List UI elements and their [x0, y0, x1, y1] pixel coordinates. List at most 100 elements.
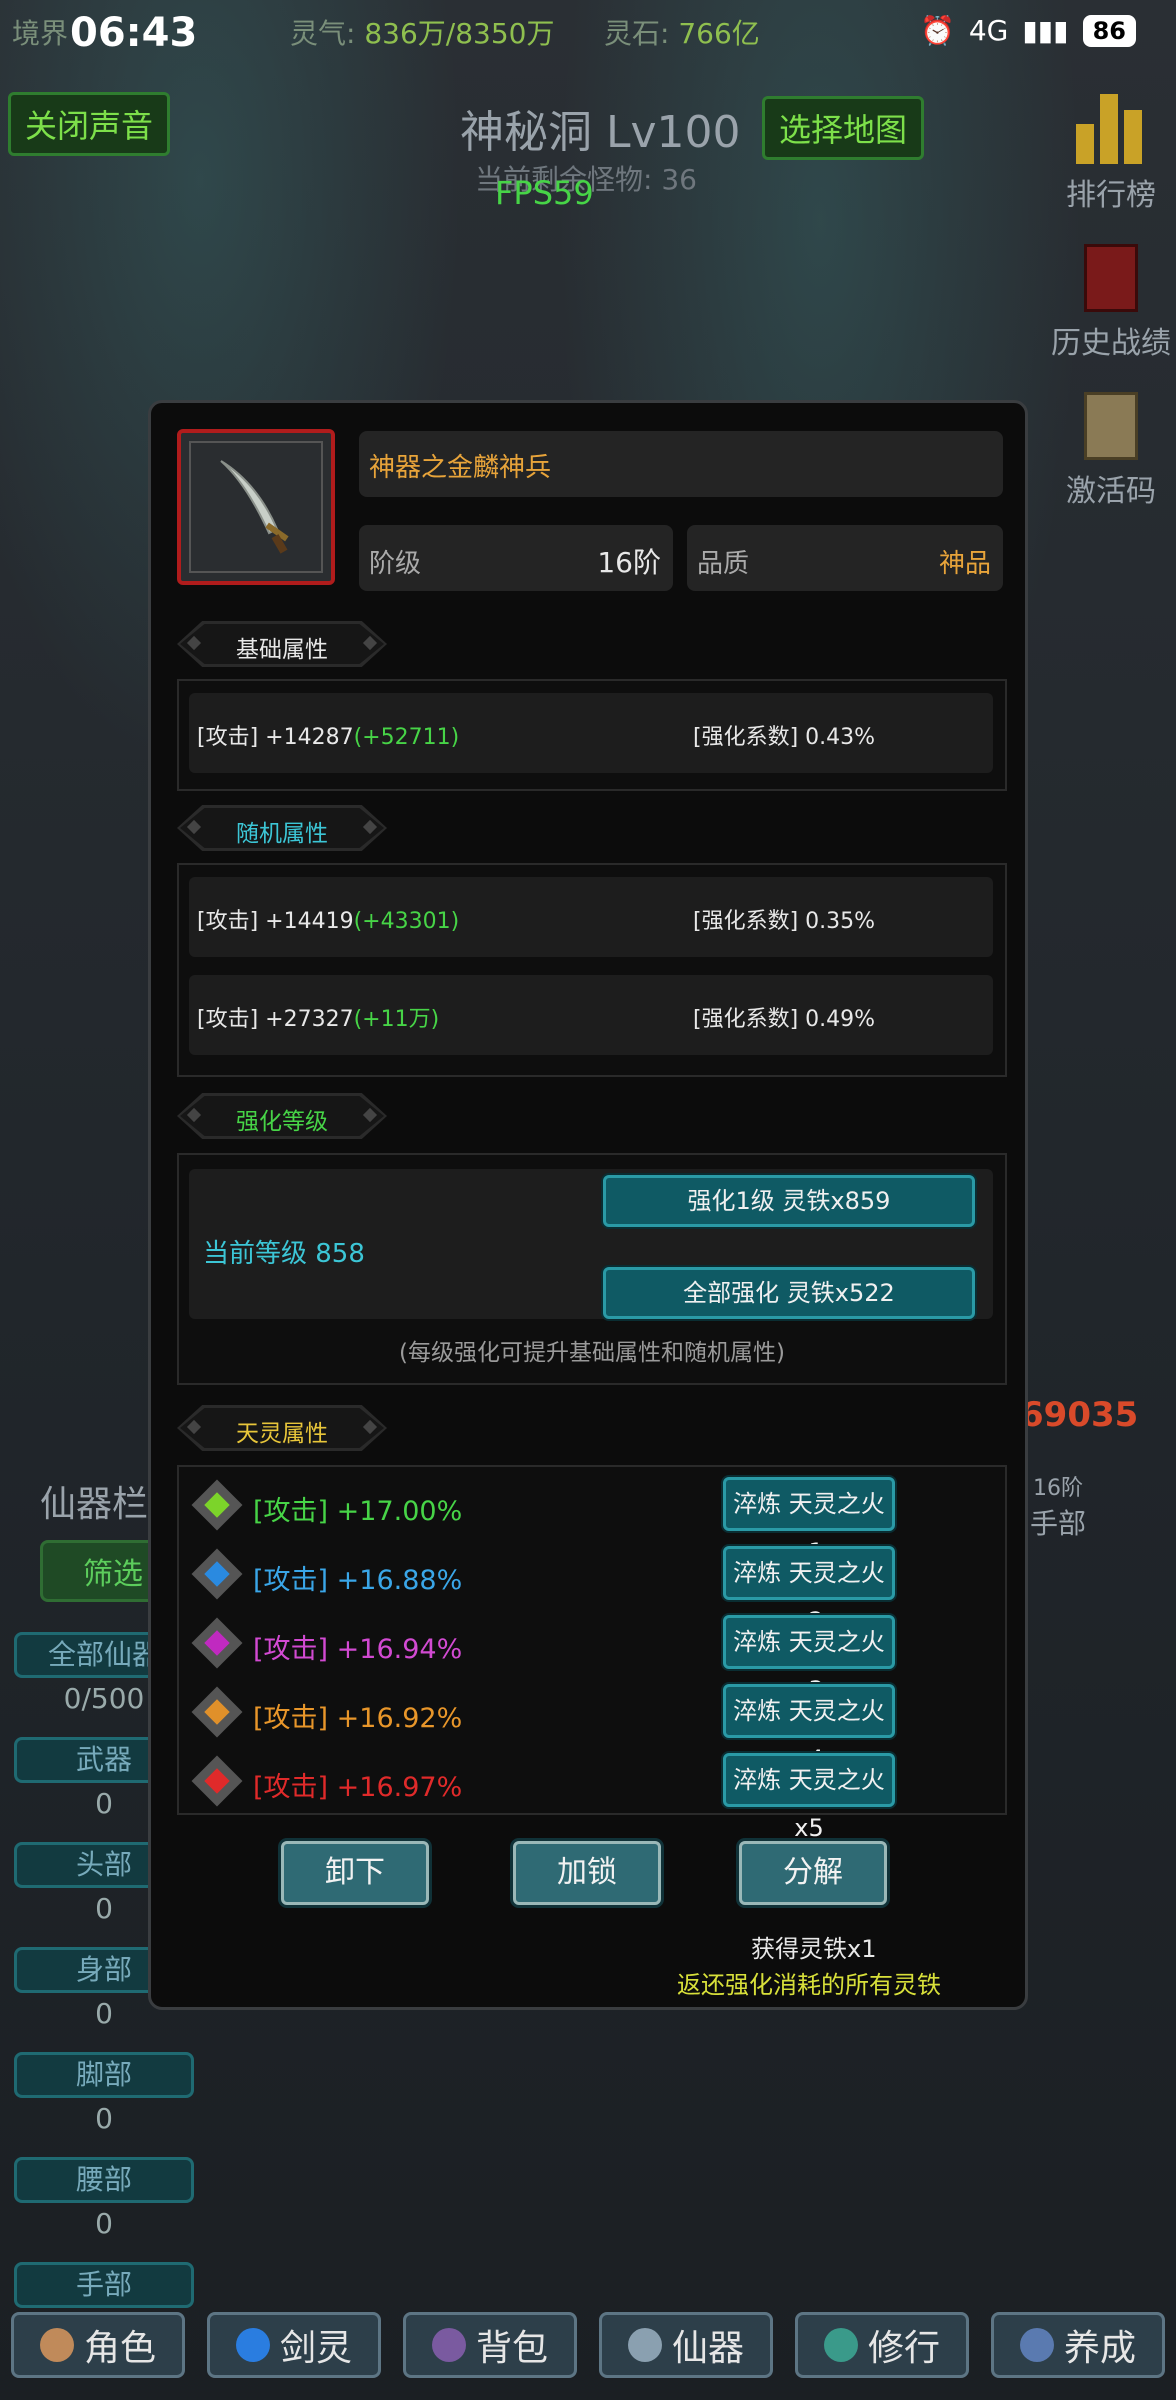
item-icon-inner: [189, 441, 323, 573]
nav-cultivate-button[interactable]: 修行: [795, 2312, 969, 2378]
nav-label: 仙器: [671, 2328, 744, 2369]
refine-button[interactable]: 淬炼 天灵之火x2: [723, 1546, 895, 1635]
signal-icon: ▮▮▮: [1022, 14, 1069, 47]
ranking-label: 排行榜: [1066, 178, 1156, 213]
refine-button[interactable]: 淬炼 天灵之火x4: [723, 1684, 895, 1773]
qi-stat: 灵气: 836万/8350万: [290, 12, 554, 52]
random-attr-tag: 随机属性: [177, 805, 387, 851]
hand-slot-label: 手部: [1030, 1507, 1087, 1540]
ranking-button[interactable]: 排行榜: [1066, 90, 1156, 214]
base-attr-tag: 基础属性: [177, 621, 387, 667]
random-attr-title: 随机属性: [236, 821, 328, 847]
activation-code-button[interactable]: 激活码: [1066, 392, 1156, 510]
item-name: 神器之金麟神兵: [369, 453, 552, 483]
current-level: 当前等级 858: [203, 1239, 365, 1269]
nav-sword-spirit-button[interactable]: 剑灵: [207, 2312, 381, 2378]
refine-button[interactable]: 淬炼 天灵之火x1: [723, 1477, 895, 1566]
tianling-text: [攻击] +16.97%: [253, 1772, 463, 1803]
tianling-row: [攻击] +16.97% 淬炼 天灵之火x5: [191, 1753, 989, 1842]
quality-value: 神品: [938, 549, 991, 579]
nav-label: 养成: [1063, 2328, 1136, 2369]
nav-bag-button[interactable]: 背包: [403, 2312, 577, 2378]
item-detail-dialog: 神器之金麟神兵 阶级 16阶 品质 神品 基础属性 [攻击] +14287(+5…: [148, 400, 1028, 2010]
stone-value: 766亿: [678, 17, 760, 50]
damage-number: 69035: [1020, 1395, 1139, 1435]
enhance-title: 强化等级: [236, 1109, 328, 1135]
slot-header: 仙器栏: [40, 1484, 149, 1525]
decompose-refund: 返还强化消耗的所有灵铁: [677, 1971, 941, 1999]
cultivate-icon: [823, 2328, 858, 2362]
enhance-panel: 当前等级 858 强化1级 灵铁x859 全部强化 灵铁x522 (每级强化可提…: [177, 1153, 1007, 1385]
right-nav: 排行榜 历史战绩 激活码: [1046, 90, 1176, 540]
orange-gem-icon: [191, 1686, 243, 1738]
hand-slot-grade: 16阶: [1033, 1476, 1083, 1501]
attr-coef: [强化系数] 0.35%: [693, 909, 876, 934]
sword-spirit-icon: [235, 2328, 270, 2362]
attr-text: [攻击] +14419(+43301): [197, 909, 460, 934]
category-feet[interactable]: 脚部 0: [14, 2052, 194, 2135]
bag-icon: [431, 2328, 466, 2362]
decompose-button[interactable]: 分解: [739, 1841, 887, 1905]
refine-button[interactable]: 淬炼 天灵之火x3: [723, 1615, 895, 1704]
tianling-row: [攻击] +16.88% 淬炼 天灵之火x2: [191, 1546, 989, 1635]
enhance-all-button[interactable]: 全部强化 灵铁x522: [603, 1267, 975, 1319]
nav-label: 背包: [475, 2328, 548, 2369]
enhance-tag: 强化等级: [177, 1093, 387, 1139]
stone-stat: 灵石: 766亿: [604, 12, 760, 52]
refine-button[interactable]: 淬炼 天灵之火x5: [723, 1753, 895, 1842]
tianling-title: 天灵属性: [236, 1421, 328, 1447]
signal-label: 4G: [968, 14, 1009, 47]
hand-slot[interactable]: 16阶 手部: [1030, 1470, 1086, 1542]
map-title: 神秘洞 Lv100: [460, 107, 741, 158]
item-name-box: 神器之金麟神兵: [359, 431, 1003, 497]
tianling-text: [攻击] +16.92%: [253, 1703, 463, 1734]
status-bar: 境界 06:43 灵气: 836万/8350万 灵石: 766亿 ⏰ 4G ▮▮…: [0, 0, 1176, 70]
green-gem-icon: [191, 1479, 243, 1531]
artifact-icon: [627, 2328, 662, 2362]
bottom-nav: 角色 剑灵 背包 仙器 修行 养成: [0, 2312, 1176, 2388]
sword-icon: [220, 460, 289, 554]
nav-artifact-button[interactable]: 仙器: [599, 2312, 773, 2378]
nurture-icon: [1019, 2328, 1054, 2362]
quality-label: 品质: [697, 549, 750, 579]
fps-counter: FPS59: [495, 174, 594, 212]
unequip-button[interactable]: 卸下: [281, 1841, 429, 1905]
realm-label: 境界: [12, 17, 69, 50]
nav-character-button[interactable]: 角色: [11, 2312, 185, 2378]
category-name: 脚部: [14, 2052, 194, 2098]
attr-row: [攻击] +14419(+43301) [强化系数] 0.35%: [189, 877, 993, 957]
decompose-gain: 获得灵铁x1: [751, 1935, 877, 1963]
attr-coef: [强化系数] 0.43%: [693, 725, 876, 750]
nav-label: 修行: [867, 2328, 940, 2369]
base-attr-panel: [攻击] +14287(+52711) [强化系数] 0.43%: [177, 679, 1007, 791]
tianling-text: [攻击] +16.94%: [253, 1634, 463, 1665]
toggle-sound-button[interactable]: 关闭声音: [8, 92, 171, 156]
lock-button[interactable]: 加锁: [513, 1841, 661, 1905]
random-attr-panel: [攻击] +14419(+43301) [强化系数] 0.35% [攻击] +2…: [177, 863, 1007, 1077]
history-book-icon: [1084, 244, 1138, 312]
nav-label: 角色: [83, 2328, 156, 2369]
enhance-one-button[interactable]: 强化1级 灵铁x859: [603, 1175, 975, 1227]
nav-label: 剑灵: [279, 2328, 352, 2369]
category-waist[interactable]: 腰部 0: [14, 2157, 194, 2240]
history-button[interactable]: 历史战绩: [1051, 244, 1171, 362]
category-count: 0: [95, 2102, 113, 2135]
nav-nurture-button[interactable]: 养成: [991, 2312, 1165, 2378]
base-attr-title: 基础属性: [236, 637, 328, 663]
ranking-icon: [1076, 90, 1146, 164]
grade-box: 阶级 16阶: [359, 525, 673, 591]
qi-value: 836万/8350万: [364, 17, 555, 50]
character-icon: [39, 2328, 74, 2362]
category-name: 手部: [14, 2262, 194, 2308]
grade-label: 阶级: [369, 549, 422, 579]
history-label: 历史战绩: [1051, 326, 1171, 361]
tianling-tag: 天灵属性: [177, 1405, 387, 1451]
attr-coef: [强化系数] 0.49%: [693, 1007, 876, 1032]
battery-icon: 86: [1082, 14, 1136, 47]
red-gem-icon: [191, 1755, 243, 1807]
attr-row: [攻击] +27327(+11万) [强化系数] 0.49%: [189, 975, 993, 1055]
tianling-row: [攻击] +16.92% 淬炼 天灵之火x4: [191, 1684, 989, 1773]
blue-gem-icon: [191, 1548, 243, 1600]
select-map-button[interactable]: 选择地图: [762, 96, 925, 160]
activation-label: 激活码: [1066, 474, 1156, 509]
